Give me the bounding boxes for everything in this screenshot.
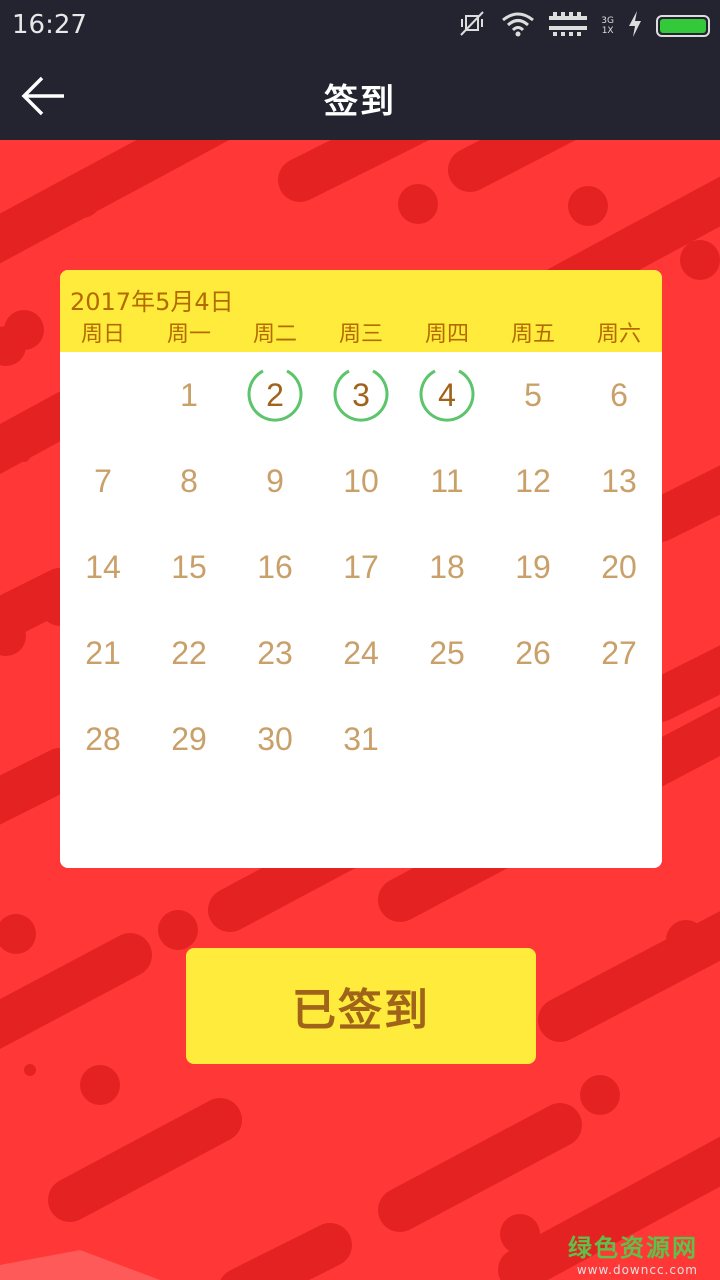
mute-vibrate-icon xyxy=(457,10,487,42)
calendar-day[interactable]: 30 xyxy=(232,696,318,782)
day-number: 25 xyxy=(429,634,465,671)
watermark: 绿色资源网 www.downcc.com xyxy=(568,1228,698,1277)
signal-icon xyxy=(549,10,588,42)
calendar-day[interactable]: 16 xyxy=(232,524,318,610)
calendar-day[interactable]: 11 xyxy=(404,438,490,524)
calendar-day-signed[interactable]: 3 xyxy=(318,352,404,438)
calendar-day[interactable]: 29 xyxy=(146,696,232,782)
day-number: 18 xyxy=(429,548,465,585)
calendar-day-signed[interactable]: 2 xyxy=(232,352,318,438)
day-number: 2 xyxy=(266,376,284,413)
calendar-blank-cell xyxy=(60,352,146,438)
calendar-day[interactable]: 17 xyxy=(318,524,404,610)
day-number: 3 xyxy=(352,376,370,413)
day-number: 23 xyxy=(257,634,293,671)
day-number: 10 xyxy=(343,462,379,499)
calendar-date-label: 2017年5月4日 xyxy=(70,288,234,316)
day-number: 9 xyxy=(266,462,284,499)
day-number: 4 xyxy=(438,376,456,413)
charging-icon xyxy=(628,11,642,41)
day-number: 29 xyxy=(171,720,207,757)
day-number: 24 xyxy=(343,634,379,671)
calendar-day[interactable]: 26 xyxy=(490,610,576,696)
page-title: 签到 xyxy=(324,82,396,122)
network-top-label: 3G xyxy=(601,16,614,26)
calendar: 2017年5月4日 周日 周一 周二 周三 周四 周五 周六 1 2 3 4 5 6 7 8 9 10 11 12… xyxy=(60,270,662,868)
day-number: 8 xyxy=(180,462,198,499)
calendar-day[interactable]: 15 xyxy=(146,524,232,610)
status-time: 16:27 xyxy=(12,10,87,40)
calendar-day[interactable]: 1 xyxy=(146,352,232,438)
calendar-day[interactable]: 9 xyxy=(232,438,318,524)
weekday-label: 周二 xyxy=(252,322,297,347)
calendar-day[interactable]: 19 xyxy=(490,524,576,610)
calendar-header: 2017年5月4日 周日 周一 周二 周三 周四 周五 周六 xyxy=(60,270,662,352)
status-bar: 16:27 3G 1X xyxy=(0,0,720,52)
day-number: 7 xyxy=(94,462,112,499)
weekday-label: 周一 xyxy=(166,322,211,347)
day-number: 27 xyxy=(601,634,637,671)
day-number: 28 xyxy=(85,720,121,757)
calendar-day-signed[interactable]: 4 xyxy=(404,352,490,438)
day-number: 15 xyxy=(171,548,207,585)
calendar-day[interactable]: 22 xyxy=(146,610,232,696)
weekday-row: 周日 周一 周二 周三 周四 周五 周六 xyxy=(60,316,662,348)
weekday-label: 周三 xyxy=(338,322,383,347)
calendar-day[interactable]: 6 xyxy=(576,352,662,438)
weekday-label: 周日 xyxy=(80,322,125,347)
day-number: 16 xyxy=(257,548,293,585)
calendar-day[interactable]: 25 xyxy=(404,610,490,696)
signed-in-button[interactable]: 已签到 xyxy=(186,948,536,1064)
day-number: 11 xyxy=(430,462,464,499)
calendar-day[interactable]: 13 xyxy=(576,438,662,524)
day-number: 14 xyxy=(85,548,121,585)
day-number: 12 xyxy=(515,462,551,499)
day-number: 31 xyxy=(343,720,379,757)
network-type-label: 3G 1X xyxy=(601,16,614,36)
calendar-day[interactable]: 24 xyxy=(318,610,404,696)
calendar-day[interactable]: 7 xyxy=(60,438,146,524)
day-number: 1 xyxy=(180,376,198,413)
calendar-day[interactable]: 23 xyxy=(232,610,318,696)
days-grid: 1 2 3 4 5 6 7 8 9 10 11 12 13 14 15 16 17 18 19 20 21 22 23 24 2… xyxy=(60,352,662,782)
day-number: 21 xyxy=(85,634,121,671)
weekday-label: 周四 xyxy=(424,322,469,347)
watermark-main: 绿色资源网 xyxy=(568,1234,698,1262)
calendar-day[interactable]: 12 xyxy=(490,438,576,524)
calendar-day[interactable]: 28 xyxy=(60,696,146,782)
day-number: 13 xyxy=(601,462,637,499)
calendar-day[interactable]: 27 xyxy=(576,610,662,696)
calendar-day[interactable]: 5 xyxy=(490,352,576,438)
calendar-day[interactable]: 10 xyxy=(318,438,404,524)
weekday-label: 周六 xyxy=(596,322,641,347)
status-icons: 3G 1X xyxy=(457,10,710,42)
battery-icon xyxy=(656,15,710,37)
weekday-label: 周五 xyxy=(510,322,555,347)
day-number: 20 xyxy=(601,548,637,585)
calendar-day[interactable]: 20 xyxy=(576,524,662,610)
title-bar: 签到 xyxy=(0,52,720,140)
day-number: 26 xyxy=(515,634,551,671)
watermark-sub: www.downcc.com xyxy=(576,1263,698,1277)
calendar-day[interactable]: 14 xyxy=(60,524,146,610)
calendar-day[interactable]: 31 xyxy=(318,696,404,782)
calendar-day[interactable]: 18 xyxy=(404,524,490,610)
day-number: 5 xyxy=(524,376,542,413)
day-number: 22 xyxy=(171,634,207,671)
day-number: 30 xyxy=(257,720,293,757)
day-number: 19 xyxy=(515,548,551,585)
calendar-day[interactable]: 8 xyxy=(146,438,232,524)
wifi-icon xyxy=(501,10,535,42)
day-number: 17 xyxy=(343,548,379,585)
network-bottom-label: 1X xyxy=(601,26,614,36)
battery-level xyxy=(660,19,706,33)
day-number: 6 xyxy=(610,376,628,413)
calendar-day[interactable]: 21 xyxy=(60,610,146,696)
